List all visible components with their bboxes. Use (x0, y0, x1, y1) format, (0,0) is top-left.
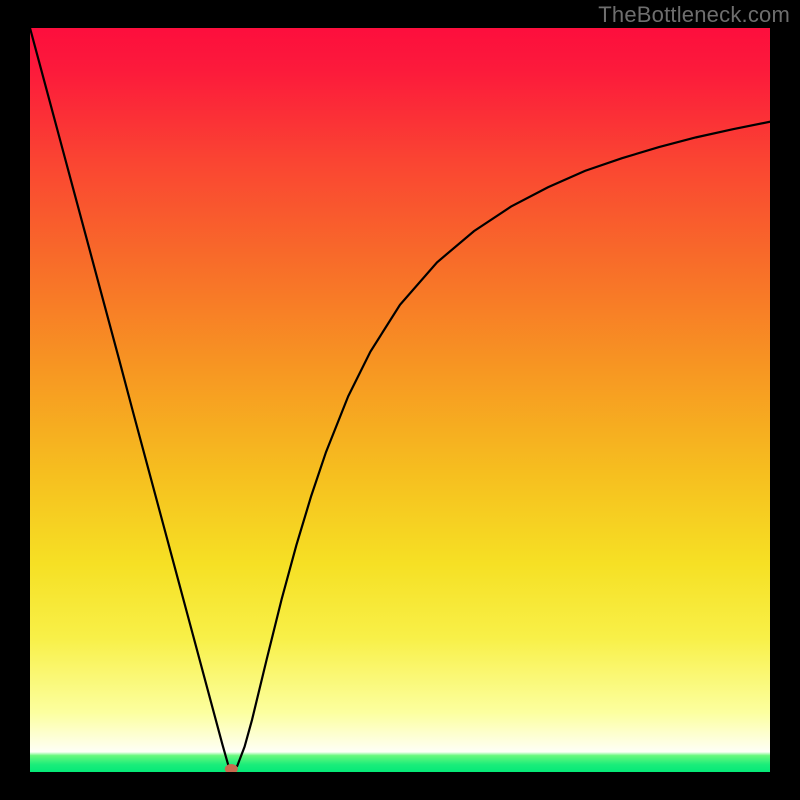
chart-frame: TheBottleneck.com (0, 0, 800, 800)
minimum-marker (225, 764, 238, 772)
plot-panel (30, 28, 770, 772)
curve-line (30, 28, 770, 771)
curve-layer (30, 28, 770, 772)
watermark-text: TheBottleneck.com (598, 2, 790, 28)
